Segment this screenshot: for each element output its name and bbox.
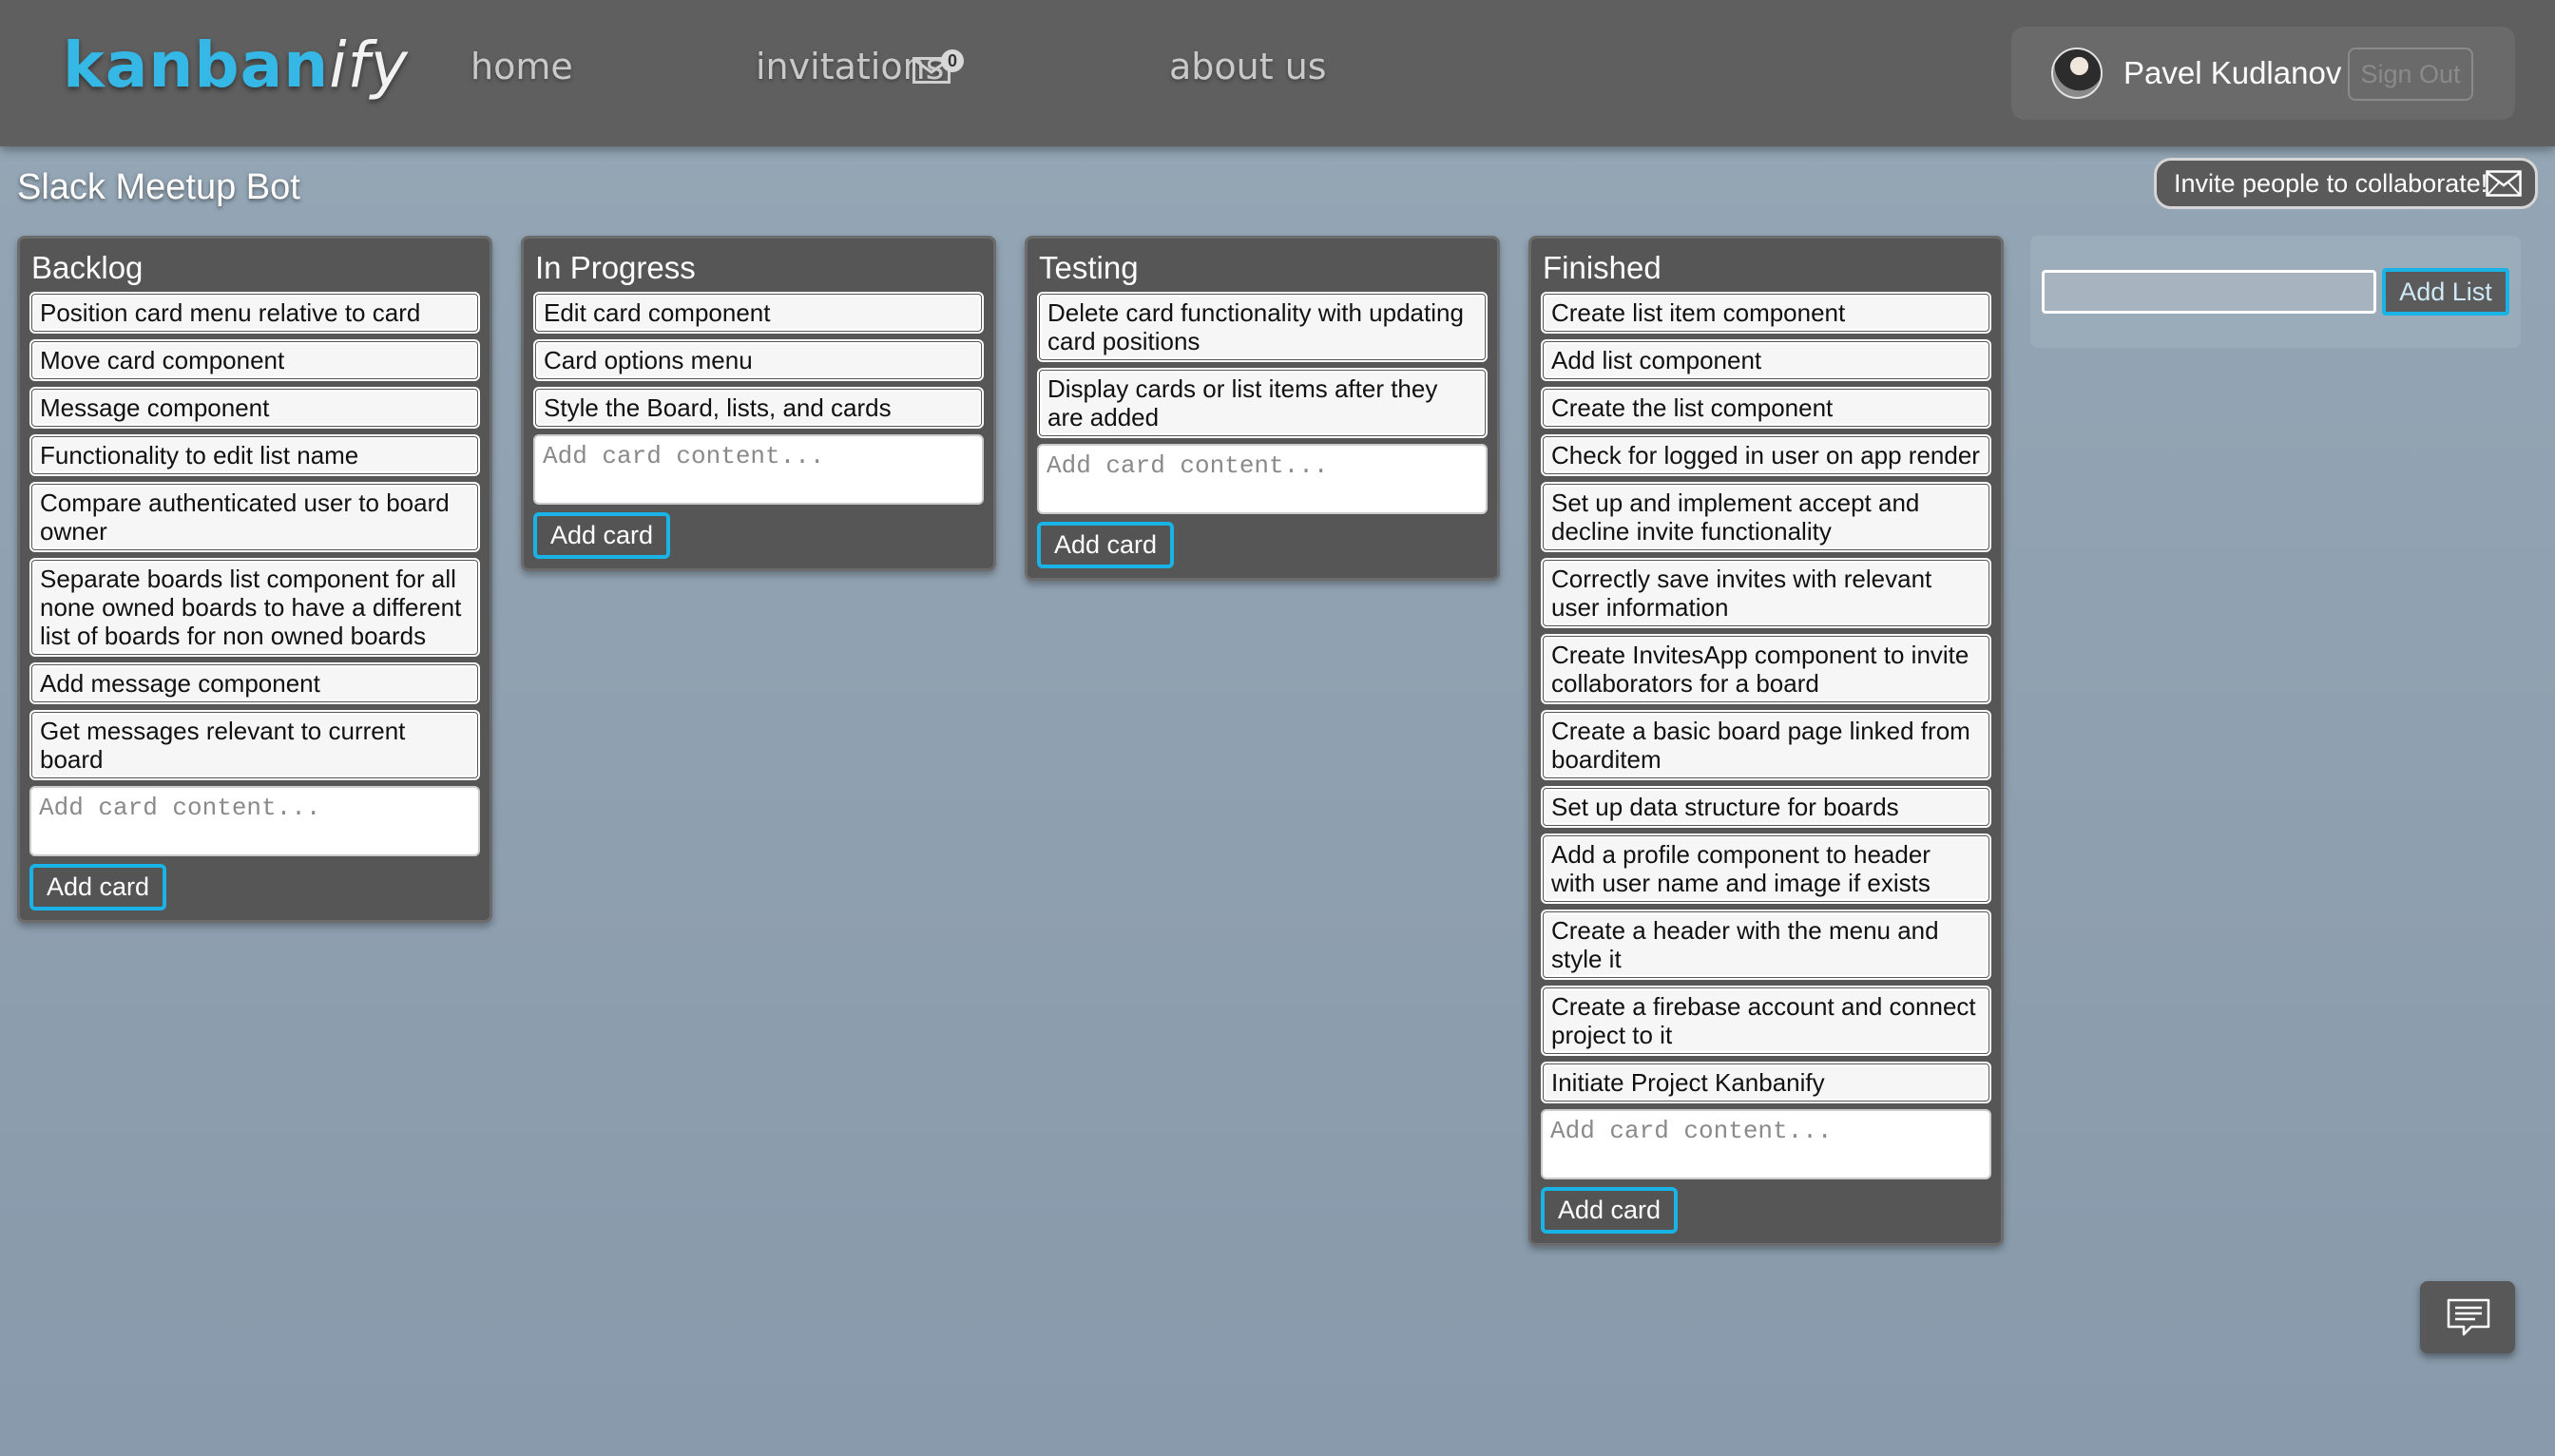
card[interactable]: Compare authenticated user to board owne… xyxy=(29,482,480,552)
card[interactable]: Create InvitesApp component to invite co… xyxy=(1541,634,1991,704)
add-card-input[interactable] xyxy=(29,786,480,856)
envelope-icon xyxy=(2486,170,2522,197)
card[interactable]: Move card component xyxy=(29,339,480,381)
card[interactable]: Position card menu relative to card xyxy=(29,292,480,334)
card[interactable]: Correctly save invites with relevant use… xyxy=(1541,558,1991,628)
card[interactable]: Style the Board, lists, and cards xyxy=(533,387,984,429)
card[interactable]: Create a firebase account and connect pr… xyxy=(1541,986,1991,1056)
card[interactable]: Card options menu xyxy=(533,339,984,381)
list-backlog: Backlog Position card menu relative to c… xyxy=(17,236,492,923)
invite-label: Invite people to collaborate! xyxy=(2174,169,2488,198)
add-list-button[interactable]: Add List xyxy=(2382,268,2509,316)
card[interactable]: Create a header with the menu and style … xyxy=(1541,910,1991,980)
nav-about-link[interactable]: about us xyxy=(1169,46,1327,87)
user-name: Pavel Kudlanov xyxy=(2123,55,2342,90)
card[interactable]: Add a profile component to header with u… xyxy=(1541,833,1991,904)
add-card-input[interactable] xyxy=(1037,444,1488,514)
list-title[interactable]: Backlog xyxy=(29,246,480,292)
list-finished: Finished Create list item component Add … xyxy=(1528,236,2004,1246)
add-card-input[interactable] xyxy=(533,434,984,505)
add-card-button[interactable]: Add card xyxy=(29,864,167,910)
list-testing: Testing Delete card functionality with u… xyxy=(1025,236,1500,581)
list-title[interactable]: Finished xyxy=(1541,246,1991,292)
card[interactable]: Set up data structure for boards xyxy=(1541,786,1991,828)
list-title[interactable]: Testing xyxy=(1037,246,1488,292)
chat-button[interactable] xyxy=(2420,1281,2515,1353)
card[interactable]: Delete card functionality with updating … xyxy=(1037,292,1488,362)
card[interactable]: Check for logged in user on app render xyxy=(1541,434,1991,476)
invitations-count-badge: 0 xyxy=(941,49,964,72)
card[interactable]: Edit card component xyxy=(533,292,984,334)
card[interactable]: Get messages relevant to current board xyxy=(29,710,480,780)
add-list-input[interactable] xyxy=(2042,270,2376,314)
add-card-button[interactable]: Add card xyxy=(1541,1187,1679,1234)
sign-out-button[interactable]: Sign Out xyxy=(2348,48,2473,101)
add-card-button[interactable]: Add card xyxy=(533,512,671,559)
add-list-panel: Add List xyxy=(2030,236,2521,348)
logo-text-ify: ify xyxy=(329,29,409,102)
user-profile: Pavel Kudlanov Sign Out xyxy=(2011,27,2515,120)
card[interactable]: Create list item component xyxy=(1541,292,1991,334)
list-in-progress: In Progress Edit card component Card opt… xyxy=(521,236,996,571)
card[interactable]: Set up and implement accept and decline … xyxy=(1541,482,1991,552)
app-header: kanbanify home invitations 0 about us Pa… xyxy=(0,0,2555,146)
card[interactable]: Create a basic board page linked from bo… xyxy=(1541,710,1991,780)
card[interactable]: Display cards or list items after they a… xyxy=(1037,368,1488,438)
nav-home-link[interactable]: home xyxy=(471,46,573,87)
invite-collaborators-button[interactable]: Invite people to collaborate! xyxy=(2154,158,2538,209)
card[interactable]: Create the list component xyxy=(1541,387,1991,429)
chat-icon xyxy=(2447,1298,2490,1336)
avatar xyxy=(2051,48,2103,99)
list-title[interactable]: In Progress xyxy=(533,246,984,292)
card[interactable]: Functionality to edit list name xyxy=(29,434,480,476)
app-logo[interactable]: kanbanify xyxy=(63,29,409,102)
card[interactable]: Add message component xyxy=(29,662,480,704)
logo-text-kanban: kanban xyxy=(63,29,330,102)
add-card-button[interactable]: Add card xyxy=(1037,522,1175,568)
card[interactable]: Initiate Project Kanbanify xyxy=(1541,1062,1991,1103)
board-title: Slack Meetup Bot xyxy=(17,167,300,207)
card[interactable]: Message component xyxy=(29,387,480,429)
add-card-input[interactable] xyxy=(1541,1109,1991,1179)
card[interactable]: Add list component xyxy=(1541,339,1991,381)
card[interactable]: Separate boards list component for all n… xyxy=(29,558,480,657)
